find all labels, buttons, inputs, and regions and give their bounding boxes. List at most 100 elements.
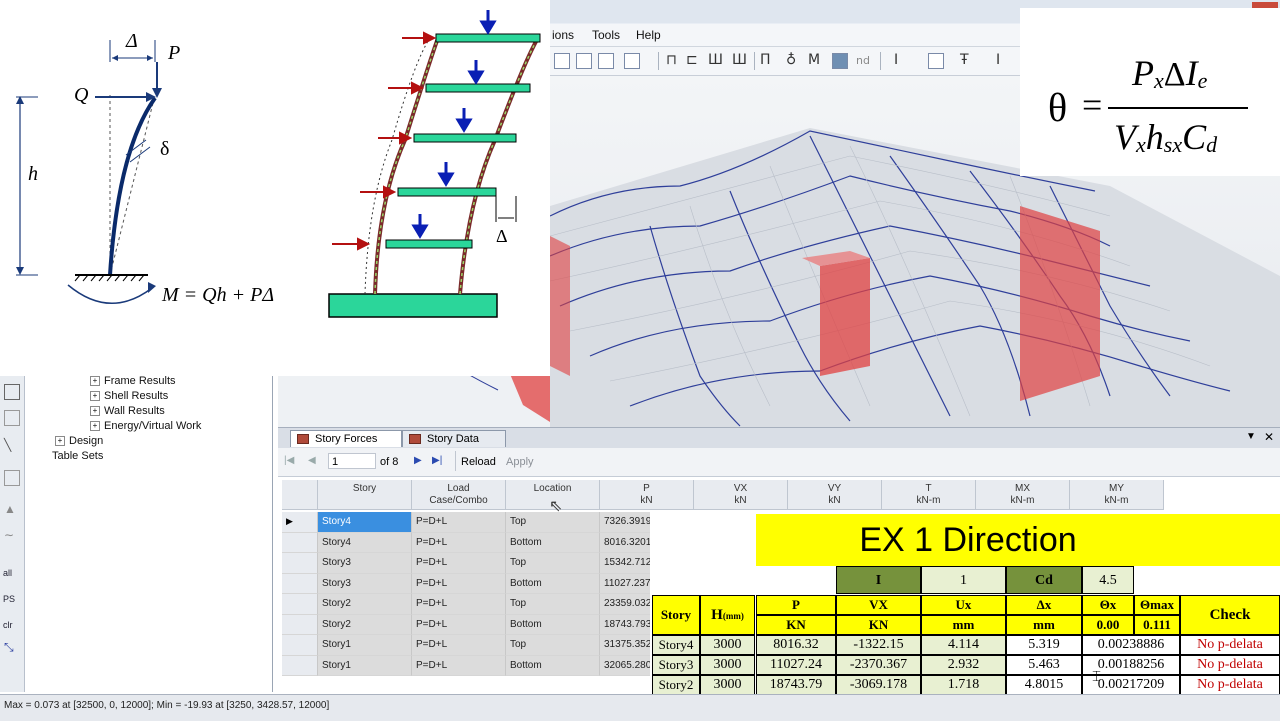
- expand-icon[interactable]: +: [90, 406, 100, 417]
- menu-item-options[interactable]: ions: [552, 28, 574, 42]
- row-header[interactable]: [282, 532, 318, 553]
- grid-cell-p[interactable]: 11027.237: [600, 573, 654, 594]
- columns-icon[interactable]: Ш: [708, 52, 723, 68]
- row-header[interactable]: [282, 614, 318, 635]
- grid-cell-location[interactable]: Bottom: [506, 614, 600, 635]
- grid-cell-story[interactable]: Story1: [318, 635, 412, 656]
- grid-cell-story[interactable]: Story4: [318, 532, 412, 553]
- grid-cell-story[interactable]: Story3: [318, 573, 412, 594]
- grid-cell-story[interactable]: Story2: [318, 614, 412, 635]
- grid-cell-p[interactable]: 18743.793: [600, 614, 654, 635]
- portal-icon[interactable]: Π: [760, 52, 771, 68]
- wave-icon[interactable]: M: [808, 52, 820, 68]
- triangle-icon[interactable]: ▲: [4, 502, 16, 516]
- align-icon[interactable]: Ŧ: [960, 52, 969, 68]
- tree-item-wall-results[interactable]: + Wall Results: [90, 405, 165, 417]
- grid-cell-combo[interactable]: P=D+L: [412, 635, 506, 656]
- column-header-story[interactable]: Story: [318, 480, 412, 510]
- side-toolstrip: ╲ ▲ ∼ all PS clr ⤡: [0, 376, 25, 692]
- grid-cell-location[interactable]: Top: [506, 594, 600, 615]
- row-header[interactable]: [282, 635, 318, 656]
- bars-icon[interactable]: Ш: [732, 52, 747, 68]
- grid-cell-combo[interactable]: P=D+L: [412, 594, 506, 615]
- wave-tool-icon[interactable]: ∼: [4, 528, 14, 542]
- support-icon[interactable]: ♁: [786, 52, 796, 68]
- column-header-vy[interactable]: VY kN: [788, 480, 882, 510]
- i-label: I: [836, 566, 921, 594]
- grid-cell-p[interactable]: 23359.032: [600, 594, 654, 615]
- checkbox-icon[interactable]: [576, 53, 592, 69]
- panel-close-icon[interactable]: ✕: [1264, 430, 1274, 444]
- tree-item-shell-results[interactable]: + Shell Results: [90, 390, 168, 402]
- grid-cell-p[interactable]: 15342.712: [600, 553, 654, 574]
- tree-item-table-sets[interactable]: Table Sets: [52, 450, 103, 462]
- tab-story-forces[interactable]: Story Forces: [290, 430, 402, 447]
- grid-cell-p[interactable]: 31375.352: [600, 635, 654, 656]
- apply-button[interactable]: Apply: [506, 456, 534, 468]
- box-3d-icon[interactable]: [624, 53, 640, 69]
- tree-item-design[interactable]: + Design: [55, 435, 103, 447]
- page-number-input[interactable]: 1: [328, 453, 376, 469]
- frame-grid-icon[interactable]: ⊏: [686, 52, 698, 68]
- prev-page-icon[interactable]: ◀: [308, 455, 316, 466]
- section-icon[interactable]: Ⅰ: [996, 52, 1000, 68]
- expand-icon[interactable]: +: [90, 376, 100, 387]
- grid-cell-p[interactable]: 7326.3919: [600, 512, 654, 533]
- menu-item-help[interactable]: Help: [636, 28, 661, 42]
- column-header-t[interactable]: TkN-m: [882, 480, 976, 510]
- pointer-tool-icon[interactable]: ⤡: [4, 640, 18, 654]
- select-box-icon[interactable]: [4, 384, 20, 400]
- row-header[interactable]: [282, 553, 318, 574]
- expand-icon[interactable]: +: [90, 391, 100, 402]
- last-page-icon[interactable]: ▶|: [432, 455, 442, 466]
- grid-cell-story[interactable]: Story3: [318, 553, 412, 574]
- menu-item-tools[interactable]: Tools: [592, 28, 620, 42]
- frame-icon[interactable]: ⊓: [666, 52, 677, 68]
- column-header-vx[interactable]: VX kN: [694, 480, 788, 510]
- grid-cell-combo[interactable]: P=D+L: [412, 532, 506, 553]
- grid-cell-combo[interactable]: P=D+L: [412, 553, 506, 574]
- expand-icon[interactable]: +: [90, 421, 100, 432]
- clear-selection-button[interactable]: clr: [3, 620, 13, 630]
- check-icon[interactable]: [554, 53, 570, 69]
- reload-button[interactable]: Reload: [461, 456, 496, 468]
- column-header-p[interactable]: PkN: [600, 480, 694, 510]
- row-header[interactable]: [282, 594, 318, 615]
- grid-cell-location[interactable]: Top: [506, 553, 600, 574]
- grid-cell-combo[interactable]: P=D+L: [412, 512, 506, 533]
- grid-cell-story[interactable]: Story1: [318, 655, 412, 676]
- grid-cell-story[interactable]: Story2: [318, 594, 412, 615]
- pointer-box-icon[interactable]: [4, 410, 20, 426]
- grid-icon[interactable]: [4, 470, 20, 486]
- column-header-my[interactable]: MY kN-m: [1070, 480, 1164, 510]
- grid-cell-p[interactable]: 32065.280: [600, 655, 654, 676]
- line-tool-icon[interactable]: ╲: [4, 438, 18, 452]
- grid-cell-p[interactable]: 8016.3201: [600, 532, 654, 553]
- grid-cell-combo[interactable]: P=D+L: [412, 655, 506, 676]
- grid-cell-combo[interactable]: P=D+L: [412, 614, 506, 635]
- grid-cell-combo[interactable]: P=D+L: [412, 573, 506, 594]
- row-header[interactable]: [282, 573, 318, 594]
- tree-item-energy-virtual-work[interactable]: + Energy/Virtual Work: [90, 420, 201, 432]
- first-page-icon[interactable]: |◀: [284, 455, 294, 466]
- cube-icon[interactable]: [598, 53, 614, 69]
- previous-selection-button[interactable]: PS: [3, 594, 15, 604]
- select-all-button[interactable]: all: [3, 568, 12, 578]
- text-cursor-icon[interactable]: I: [894, 52, 898, 68]
- grid-cell-location[interactable]: Top: [506, 635, 600, 656]
- grid-cell-location[interactable]: Bottom: [506, 532, 600, 553]
- grid-cell-location[interactable]: Bottom: [506, 573, 600, 594]
- grid-cell-location[interactable]: Bottom: [506, 655, 600, 676]
- row-header[interactable]: [282, 655, 318, 676]
- tree-item-frame-results[interactable]: + Frame Results: [90, 375, 176, 387]
- panel-dropdown-icon[interactable]: ▼: [1246, 431, 1256, 442]
- column-header-load-case[interactable]: Load Case/Combo: [412, 480, 506, 510]
- expand-icon[interactable]: +: [55, 436, 65, 447]
- shade-icon[interactable]: [832, 53, 848, 69]
- square-icon[interactable]: [928, 53, 944, 69]
- grid-cell-story[interactable]: Story4: [318, 512, 412, 533]
- sheet-cell-vx: -3069.178: [836, 675, 921, 695]
- tab-story-data[interactable]: Story Data: [402, 430, 506, 447]
- next-page-icon[interactable]: ▶: [414, 455, 422, 466]
- column-header-mx[interactable]: MX kN-m: [976, 480, 1070, 510]
